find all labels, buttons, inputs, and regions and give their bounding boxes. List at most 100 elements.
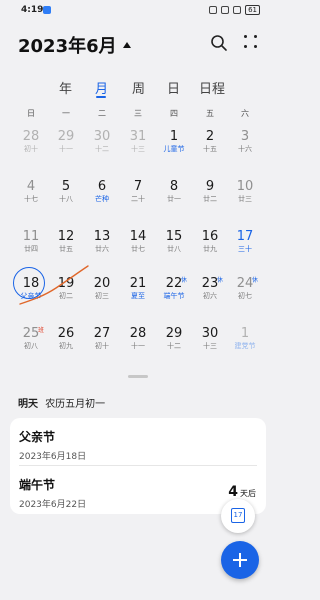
event-list: 父亲节 2023年6月18日 端午节 2023年6月22日 4 天后 bbox=[10, 418, 266, 514]
mute-icon bbox=[221, 6, 230, 14]
status-time: 4:19 bbox=[21, 5, 44, 15]
lunar-label: 廿九 bbox=[203, 245, 217, 253]
drag-handle[interactable] bbox=[128, 375, 148, 378]
tab-year[interactable]: 年 bbox=[59, 78, 72, 97]
day-cell[interactable]: 22 端午节休 bbox=[159, 276, 189, 312]
tomorrow-label: 明天 bbox=[18, 399, 38, 410]
add-event-button[interactable] bbox=[221, 541, 259, 579]
countdown-unit: 天后 bbox=[240, 489, 256, 498]
calendar-today-icon: 17 bbox=[231, 508, 245, 523]
lunar-label: 初十 bbox=[95, 342, 109, 350]
day-number: 29 bbox=[165, 326, 183, 341]
day-cell[interactable]: 30 十三 bbox=[195, 326, 225, 362]
day-number: 6 bbox=[97, 179, 107, 194]
day-cell[interactable]: 28 初十 bbox=[16, 129, 46, 165]
nfc-icon bbox=[209, 6, 218, 14]
tab-month[interactable]: 月 bbox=[95, 78, 108, 97]
lunar-label: 十一 bbox=[131, 342, 145, 350]
lunar-label: 廿五 bbox=[59, 245, 73, 253]
day-number: 15 bbox=[165, 229, 183, 244]
event-item[interactable]: 父亲节 2023年6月18日 bbox=[19, 428, 86, 462]
lunar-label: 十七 bbox=[24, 195, 38, 203]
day-cell[interactable]: 1 儿童节 bbox=[159, 129, 189, 165]
day-cell[interactable]: 5 十八 bbox=[51, 179, 81, 215]
day-cell[interactable]: 4 十七 bbox=[16, 179, 46, 215]
weekday-header: 日一二三四五六 bbox=[0, 108, 276, 122]
day-number: 16 bbox=[201, 229, 219, 244]
lunar-label: 初八 bbox=[24, 342, 38, 350]
tab-agenda[interactable]: 日程 bbox=[199, 78, 225, 97]
day-cell[interactable]: 24 初七休 bbox=[230, 276, 260, 312]
day-cell[interactable]: 30 十二 bbox=[87, 129, 117, 165]
day-cell[interactable]: 8 廿一 bbox=[159, 179, 189, 215]
day-cell[interactable]: 16 廿九 bbox=[195, 229, 225, 265]
lunar-label: 初七 bbox=[238, 292, 252, 300]
tomorrow-lunar: 农历五月初一 bbox=[45, 399, 106, 410]
day-cell[interactable]: 25 初八班 bbox=[16, 326, 46, 362]
day-number: 13 bbox=[93, 229, 111, 244]
status-icons: 61 bbox=[209, 5, 260, 15]
weekday-label: 四 bbox=[170, 109, 178, 118]
day-cell[interactable]: 14 廿七 bbox=[123, 229, 153, 265]
day-cell[interactable]: 9 廿二 bbox=[195, 179, 225, 215]
weekday-label: 二 bbox=[98, 109, 106, 118]
triangle-up-icon bbox=[122, 42, 131, 48]
day-number: 7 bbox=[133, 179, 143, 194]
day-cell[interactable]: 17 三十 bbox=[230, 229, 260, 265]
lunar-label: 十六 bbox=[238, 145, 252, 153]
lunar-label: 十一 bbox=[59, 145, 73, 153]
lunar-label: 初六 bbox=[203, 292, 217, 300]
day-cell[interactable]: 27 初十 bbox=[87, 326, 117, 362]
tab-week[interactable]: 周 bbox=[132, 78, 145, 97]
day-cell[interactable]: 2 十五 bbox=[195, 129, 225, 165]
more-grid-icon[interactable] bbox=[244, 35, 258, 49]
lunar-label: 十三 bbox=[203, 342, 217, 350]
tomorrow-header: 明天 农历五月初一 bbox=[18, 395, 105, 410]
month-selector[interactable]: 2023年6月 bbox=[18, 32, 131, 58]
lunar-label: 十二 bbox=[167, 342, 181, 350]
event-countdown: 4 天后 bbox=[228, 484, 256, 500]
day-cell[interactable]: 29 十二 bbox=[159, 326, 189, 362]
holiday-badge: 休 bbox=[217, 277, 224, 284]
status-bar: 4:19 61 bbox=[0, 0, 276, 20]
lunar-label: 十三 bbox=[131, 145, 145, 153]
day-number: 26 bbox=[57, 326, 75, 341]
day-number: 9 bbox=[205, 179, 215, 194]
day-cell[interactable]: 28 十一 bbox=[123, 326, 153, 362]
lunar-label: 夏至 bbox=[131, 292, 145, 300]
day-number: 14 bbox=[129, 229, 147, 244]
day-cell[interactable]: 15 廿八 bbox=[159, 229, 189, 265]
day-number: 12 bbox=[57, 229, 75, 244]
day-cell[interactable]: 7 二十 bbox=[123, 179, 153, 215]
day-cell[interactable]: 10 廿三 bbox=[230, 179, 260, 215]
day-number: 11 bbox=[22, 229, 40, 244]
day-number: 4 bbox=[26, 179, 36, 194]
day-number: 3 bbox=[240, 129, 250, 144]
lunar-label: 廿四 bbox=[24, 245, 38, 253]
lunar-label: 芒种 bbox=[95, 195, 109, 203]
day-cell[interactable]: 6 芒种 bbox=[87, 179, 117, 215]
event-item[interactable]: 端午节 2023年6月22日 bbox=[19, 476, 86, 510]
today-button[interactable]: 17 bbox=[221, 499, 255, 533]
day-cell[interactable]: 29 十一 bbox=[51, 129, 81, 165]
weekday-label: 三 bbox=[134, 109, 142, 118]
lunar-label: 廿三 bbox=[238, 195, 252, 203]
day-cell[interactable]: 26 初九 bbox=[51, 326, 81, 362]
lunar-label: 十八 bbox=[59, 195, 73, 203]
day-number: 5 bbox=[61, 179, 71, 194]
day-cell[interactable]: 3 十六 bbox=[230, 129, 260, 165]
notification-icon bbox=[43, 6, 51, 14]
search-icon[interactable] bbox=[210, 34, 228, 52]
day-cell[interactable]: 23 初六休 bbox=[195, 276, 225, 312]
event-date: 2023年6月18日 bbox=[19, 452, 87, 462]
day-cell[interactable]: 31 十三 bbox=[123, 129, 153, 165]
orange-annotation-stroke bbox=[19, 265, 89, 305]
tab-day[interactable]: 日 bbox=[167, 78, 180, 97]
lunar-label: 二十 bbox=[131, 195, 145, 203]
lunar-label: 廿一 bbox=[167, 195, 181, 203]
day-number: 1 bbox=[169, 129, 179, 144]
day-cell[interactable]: 21 夏至 bbox=[123, 276, 153, 312]
event-date: 2023年6月22日 bbox=[19, 500, 87, 510]
day-number: 30 bbox=[201, 326, 219, 341]
day-cell[interactable]: 1 建党节 bbox=[230, 326, 260, 362]
